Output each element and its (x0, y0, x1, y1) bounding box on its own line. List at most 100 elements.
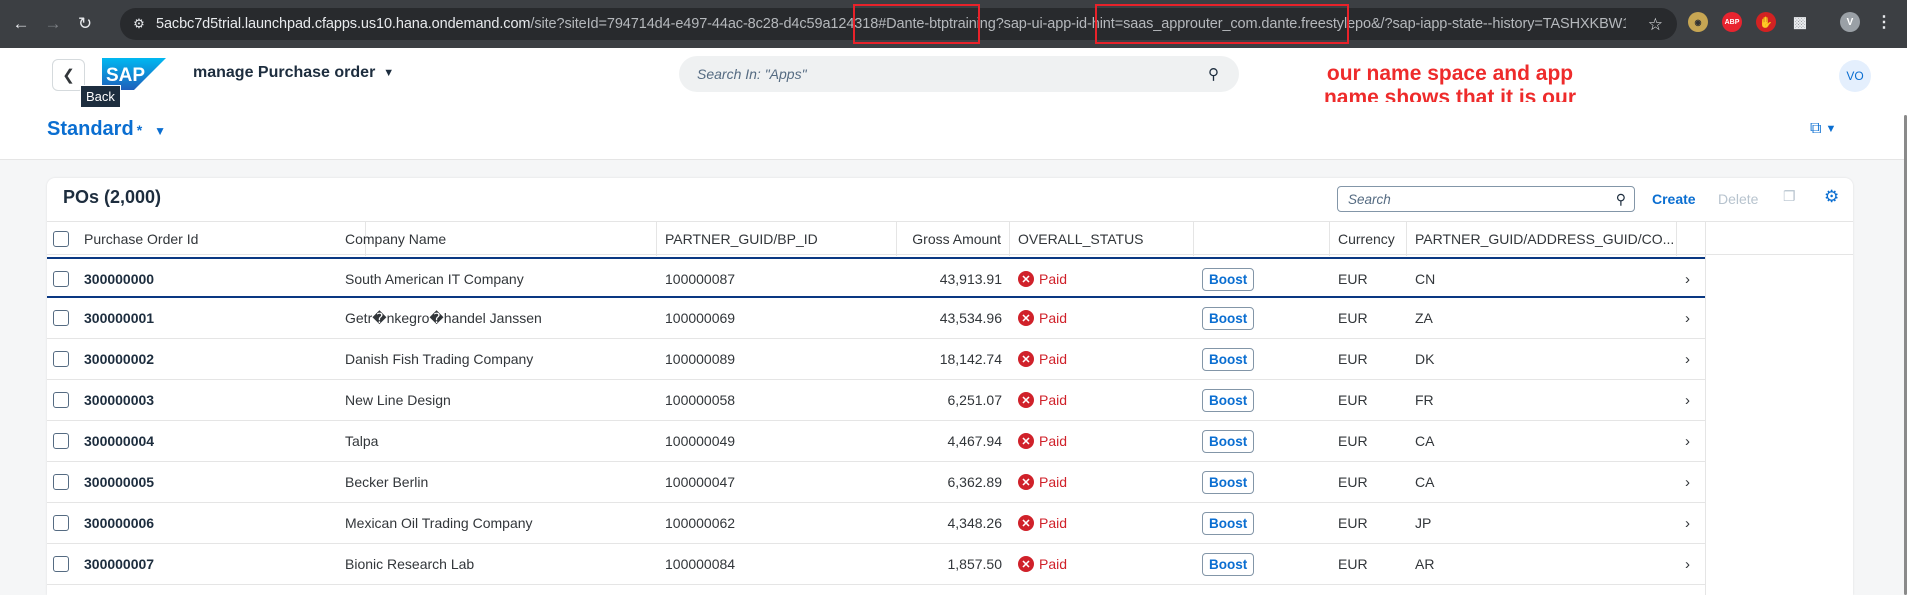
row-checkbox[interactable] (53, 351, 69, 367)
country-cell: JP (1415, 515, 1432, 531)
bp-id-cell: 100000058 (665, 392, 736, 408)
row-checkbox[interactable] (53, 556, 69, 572)
col-header-status[interactable]: OVERALL_STATUS (1010, 222, 1194, 256)
user-avatar[interactable]: VO (1839, 60, 1871, 92)
status-cell: ✕ Paid (1010, 462, 1194, 502)
status-badge: ✕ Paid (1018, 271, 1067, 287)
extensions-puzzle-icon[interactable]: ▩ (1790, 12, 1810, 32)
table-row[interactable]: 300000000 South American IT Company 100000… (47, 257, 1705, 298)
bp-id-cell: 100000087 (665, 271, 736, 287)
chevron-down-icon: ▼ (1825, 123, 1837, 135)
boost-button[interactable]: Boost (1202, 306, 1255, 330)
status-label: Paid (1039, 271, 1068, 287)
gross-amount-cell: 6,251.07 (947, 392, 1003, 408)
row-checkbox[interactable] (53, 271, 69, 287)
row-checkbox[interactable] (53, 515, 69, 531)
row-navigation-chevron-icon[interactable]: › (1685, 259, 1690, 299)
table-row[interactable]: 300000005 Becker Berlin 100000047 6,362.89 ✕… (47, 462, 1705, 503)
boost-button[interactable]: Boost (1202, 347, 1255, 371)
create-button[interactable]: Create (1652, 191, 1696, 207)
error-circle-icon: ✕ (1018, 515, 1034, 531)
currency-cell: EUR (1338, 474, 1368, 490)
po-id-cell: 300000007 (84, 556, 155, 572)
extensions-area: ◉ ABP ✋ ▩ V ⋮ (1688, 12, 1894, 32)
status-label: Paid (1039, 351, 1068, 367)
boost-button[interactable]: Boost (1202, 388, 1255, 412)
site-info-icon[interactable]: ⚙ (130, 15, 148, 33)
search-icon[interactable]: ⚲ (1616, 191, 1626, 208)
browser-forward-icon[interactable]: → (40, 11, 66, 37)
boost-cell: Boost (1194, 298, 1330, 338)
gross-amount-cell: 43,534.96 (939, 310, 1002, 326)
delete-button[interactable]: Delete (1718, 191, 1758, 207)
row-checkbox[interactable] (53, 433, 69, 449)
status-label: Paid (1039, 556, 1068, 572)
table-row[interactable]: 300000001 Getr�nkegro�handel Janssen 10000… (47, 298, 1705, 339)
row-navigation-chevron-icon[interactable]: › (1685, 503, 1690, 543)
gear-icon[interactable]: ⚙ (1824, 187, 1839, 207)
table-row[interactable]: 300000004 Talpa 100000049 4,467.94 ✕ Paid Boos… (47, 421, 1705, 462)
search-icon[interactable]: ⚲ (1208, 65, 1219, 83)
browser-menu-icon[interactable]: ⋮ (1874, 12, 1894, 32)
error-circle-icon: ✕ (1018, 433, 1034, 449)
boost-button[interactable]: Boost (1202, 267, 1255, 291)
variant-name: Standard (47, 118, 134, 140)
country-cell: DK (1415, 351, 1435, 367)
bookmark-star-icon[interactable]: ☆ (1648, 15, 1663, 35)
col-header-po-id[interactable]: Purchase Order Id (76, 222, 366, 256)
boost-cell: Boost (1194, 259, 1330, 299)
row-navigation-chevron-icon[interactable]: › (1685, 380, 1690, 420)
variant-selector[interactable]: Standard * ▼ (47, 118, 166, 141)
owl-extension-icon[interactable]: ◉ (1688, 12, 1708, 32)
page-header: Standard * ▼ ⧉ ▼ (0, 102, 1907, 160)
table-row[interactable]: 300000002 Danish Fish Trading Company 1000… (47, 339, 1705, 380)
table-row[interactable]: 300000003 New Line Design 100000058 6,251.0… (47, 380, 1705, 421)
row-navigation-chevron-icon[interactable]: › (1685, 298, 1690, 338)
gross-amount-cell: 43,913.91 (939, 271, 1002, 287)
table-row[interactable]: 300000006 Mexican Oil Trading Company 1000… (47, 503, 1705, 544)
adblock-extension-icon[interactable]: ABP (1722, 12, 1742, 32)
highlight-box-namespace (1095, 4, 1349, 44)
select-all-checkbox[interactable] (53, 231, 69, 247)
company-cell: Talpa (345, 433, 379, 449)
hand-extension-icon[interactable]: ✋ (1756, 12, 1776, 32)
boost-cell: Boost (1194, 503, 1330, 543)
browser-back-icon[interactable]: ← (8, 11, 34, 37)
table-title: POs (2,000) (63, 187, 162, 207)
chevron-down-icon: ▼ (154, 124, 167, 138)
status-label: Paid (1039, 515, 1068, 531)
col-header-currency[interactable]: Currency (1330, 222, 1407, 256)
status-badge: ✕ Paid (1018, 433, 1067, 449)
boost-button[interactable]: Boost (1202, 429, 1255, 453)
row-navigation-chevron-icon[interactable]: › (1685, 421, 1690, 461)
company-cell: Mexican Oil Trading Company (345, 515, 533, 531)
col-header-country[interactable]: PARTNER_GUID/ADDRESS_GUID/CO... (1407, 222, 1677, 256)
col-header-company[interactable]: Company Name (337, 222, 657, 256)
boost-button[interactable]: Boost (1202, 511, 1255, 535)
app-title: manage Purchase order (193, 64, 376, 81)
row-checkbox[interactable] (53, 474, 69, 490)
row-navigation-chevron-icon[interactable]: › (1685, 462, 1690, 502)
reload-icon[interactable]: ↻ (72, 11, 98, 37)
row-navigation-chevron-icon[interactable]: › (1685, 544, 1690, 584)
profile-avatar[interactable]: V (1840, 12, 1860, 32)
share-icon: ⧉ (1810, 120, 1822, 137)
table-search-input[interactable]: Search ⚲ (1337, 186, 1635, 212)
row-checkbox[interactable] (53, 310, 69, 326)
status-badge: ✕ Paid (1018, 310, 1067, 326)
row-select-cell (47, 339, 76, 379)
shell-search-field[interactable]: Search In: "Apps" ⚲ (679, 56, 1239, 92)
share-button[interactable]: ⧉ ▼ (1810, 120, 1836, 138)
boost-button[interactable]: Boost (1202, 552, 1255, 576)
copy-icon[interactable]: ❐ (1783, 188, 1801, 206)
app-title-menu[interactable]: manage Purchase order ▼ (193, 64, 394, 82)
po-id-cell: 300000001 (84, 310, 155, 326)
row-navigation-chevron-icon[interactable]: › (1685, 339, 1690, 379)
boost-button[interactable]: Boost (1202, 470, 1255, 494)
bp-id-cell: 100000047 (665, 474, 736, 490)
row-checkbox[interactable] (53, 392, 69, 408)
col-header-bp-id[interactable]: PARTNER_GUID/BP_ID (657, 222, 897, 256)
table-row[interactable]: 300000007 Bionic Research Lab 100000084 1,8… (47, 544, 1705, 585)
po-id-cell: 300000002 (84, 351, 155, 367)
col-header-gross-amount[interactable]: Gross Amount (897, 222, 1010, 256)
